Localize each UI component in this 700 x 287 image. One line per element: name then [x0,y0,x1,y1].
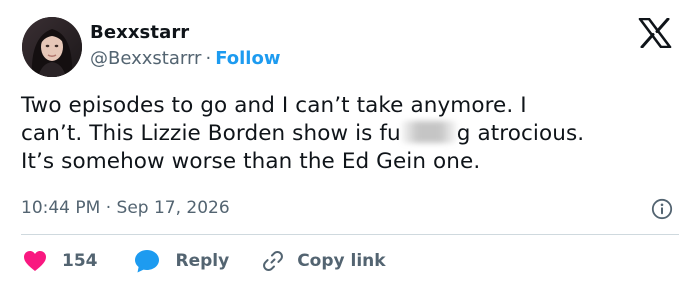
reply-label: Reply [175,251,230,271]
chat-bubble-icon [134,250,159,273]
info-icon[interactable] [651,198,673,220]
tweet-timestamp[interactable]: 10:44 PM · Sep 17, 2026 [21,198,230,218]
reply-button[interactable]: Reply [134,249,230,273]
author-display-name[interactable]: Bexxstarr [90,22,189,43]
censor-blur [400,121,457,143]
divider [21,234,679,235]
tweet-text: Two episodes to go and I can’t take anym… [21,92,681,176]
like-count: 154 [62,251,98,271]
author-handle[interactable]: @Bexxstarrr [90,48,201,69]
x-logo-icon[interactable] [638,17,672,49]
avatar[interactable] [22,17,82,77]
author-handle-row: @Bexxstarrr · Follow [90,48,280,69]
copy-link-label: Copy link [297,251,386,271]
heart-icon [24,251,46,271]
action-bar: 154 Reply Copy link [23,248,386,274]
copy-link-button[interactable]: Copy link [261,249,386,273]
like-button[interactable]: 154 [23,250,98,272]
follow-button[interactable]: Follow [215,48,280,69]
link-icon [263,250,284,272]
tweet-card: Bexxstarr @Bexxstarrr · Follow Two episode… [0,0,700,287]
separator-dot: · [205,48,212,69]
